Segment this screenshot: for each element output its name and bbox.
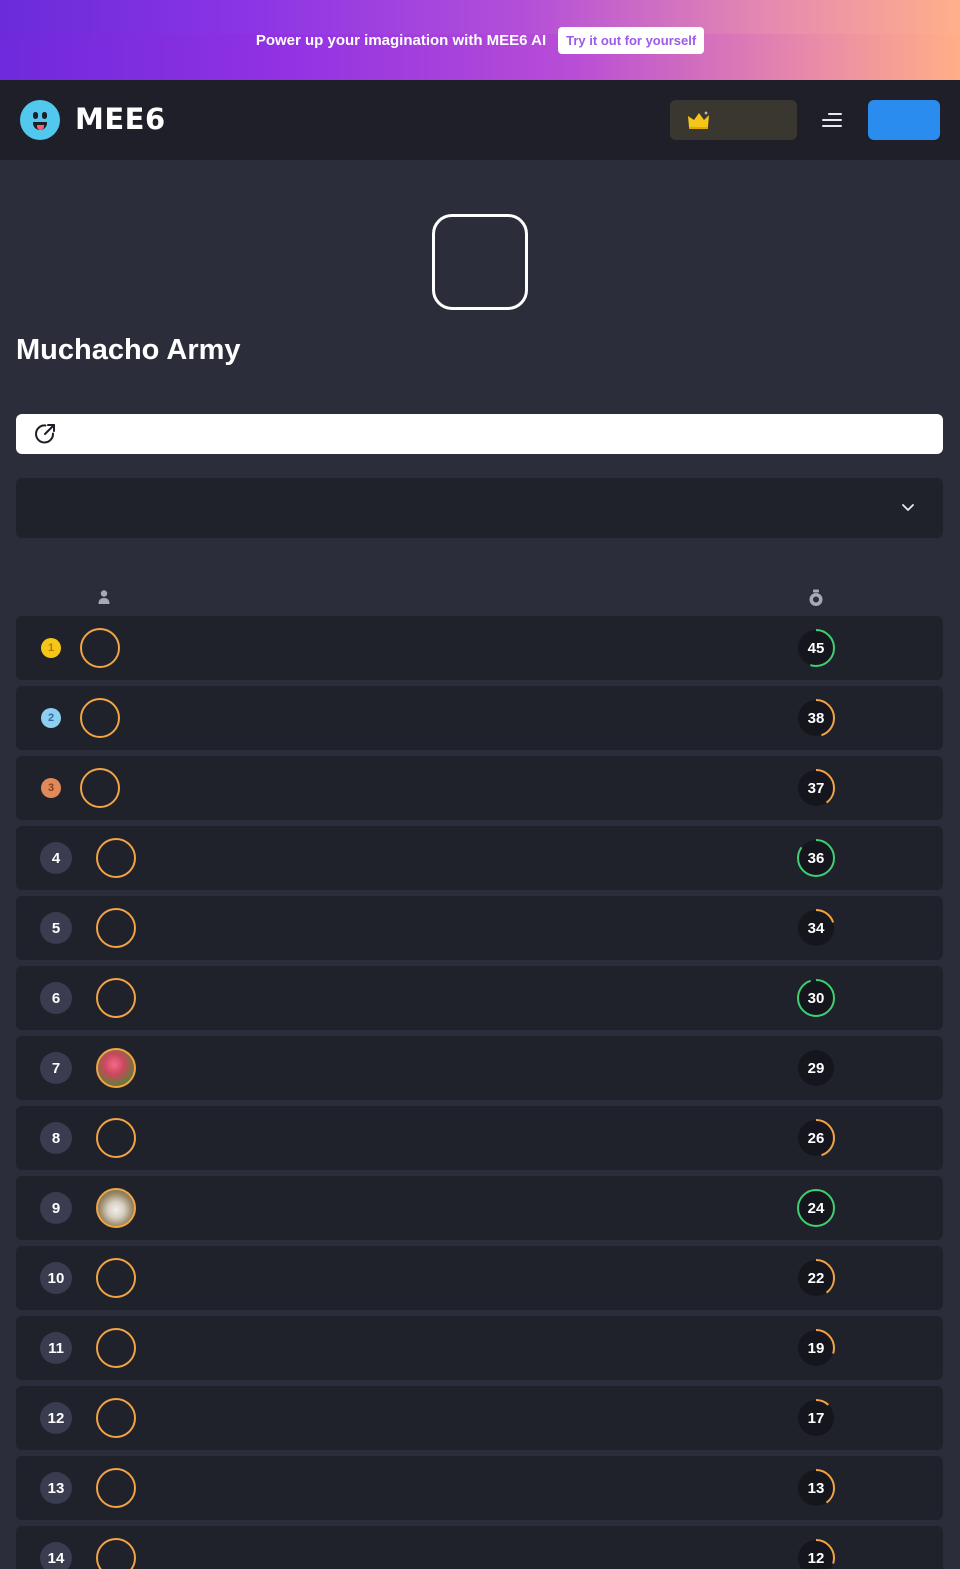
leaderboard-row[interactable]: 10 22 <box>16 1246 943 1310</box>
level-number: 26 <box>807 1129 825 1147</box>
leaderboard-row[interactable]: 1 45 <box>16 616 943 680</box>
leaderboard-row[interactable]: 12 17 <box>16 1386 943 1450</box>
share-icon <box>35 424 55 444</box>
level-number: 36 <box>807 849 825 867</box>
promo-text: Power up your imagination with MEE6 AI <box>255 31 547 49</box>
chevron-down-icon <box>902 504 914 511</box>
brand-name[interactable]: MEE6 <box>75 102 166 136</box>
level-badge: 26 <box>796 1118 836 1158</box>
avatar[interactable] <box>96 1538 136 1569</box>
level-badge: 24 <box>796 1188 836 1228</box>
level-number: 29 <box>807 1059 825 1077</box>
gold-medal-icon: 1 <box>41 638 61 658</box>
rank-number: 8 <box>40 1122 72 1154</box>
level-badge: 34 <box>796 908 836 948</box>
level-badge: 30 <box>796 978 836 1018</box>
leaderboard-row[interactable]: 6 30 <box>16 966 943 1030</box>
leaderboard-row[interactable]: 4 36 <box>16 826 943 890</box>
level-number: 38 <box>807 709 825 727</box>
leaderboard-row[interactable]: 13 13 <box>16 1456 943 1520</box>
level-badge: 45 <box>796 628 836 668</box>
leaderboard-row[interactable]: 7 29 <box>16 1036 943 1100</box>
level-number: 17 <box>807 1409 825 1427</box>
avatar[interactable] <box>80 698 120 738</box>
level-badge: 13 <box>796 1468 836 1508</box>
rank-number: 9 <box>40 1192 72 1224</box>
bronze-medal-icon: 3 <box>41 778 61 798</box>
top-nav: MEE6 <box>0 80 960 160</box>
level-badge: 19 <box>796 1328 836 1368</box>
menu-icon[interactable] <box>820 110 844 130</box>
crown-icon <box>688 111 709 129</box>
rank-number: 6 <box>40 982 72 1014</box>
login-button[interactable] <box>868 100 940 140</box>
level-icon <box>809 589 823 606</box>
avatar[interactable] <box>96 838 136 878</box>
level-number: 30 <box>807 989 825 1007</box>
level-number: 37 <box>807 779 825 797</box>
rank-number: 11 <box>40 1332 72 1364</box>
rank-number: 10 <box>40 1262 72 1294</box>
level-number: 22 <box>807 1269 825 1287</box>
rank-number: 5 <box>40 912 72 944</box>
leaderboard-row[interactable]: 8 26 <box>16 1106 943 1170</box>
share-button[interactable] <box>16 414 943 454</box>
rank-number: 7 <box>40 1052 72 1084</box>
try-it-button[interactable]: Try it out for yourself <box>558 26 705 54</box>
premium-button[interactable] <box>670 100 797 140</box>
rank-number: 12 <box>40 1402 72 1434</box>
level-number: 13 <box>807 1479 825 1497</box>
avatar[interactable] <box>96 1468 136 1508</box>
level-badge: 37 <box>796 768 836 808</box>
avatar[interactable] <box>96 1188 136 1228</box>
leaderboard-row[interactable]: 5 34 <box>16 896 943 960</box>
level-number: 12 <box>807 1549 825 1567</box>
silver-medal-icon: 2 <box>41 708 61 728</box>
rank-number: 14 <box>40 1542 72 1569</box>
level-badge: 38 <box>796 698 836 738</box>
avatar[interactable] <box>96 978 136 1018</box>
level-number: 34 <box>807 919 825 937</box>
level-badge: 29 <box>796 1048 836 1088</box>
avatar[interactable] <box>96 1258 136 1298</box>
level-badge: 22 <box>796 1258 836 1298</box>
level-badge: 12 <box>796 1538 836 1569</box>
mee6-logo-icon[interactable] <box>20 100 60 140</box>
level-badge: 17 <box>796 1398 836 1438</box>
avatar[interactable] <box>96 1398 136 1438</box>
level-number: 19 <box>807 1339 825 1357</box>
level-number: 45 <box>807 639 825 657</box>
level-badge: 36 <box>796 838 836 878</box>
avatar[interactable] <box>80 628 120 668</box>
user-icon <box>98 590 110 604</box>
rank-number: 4 <box>40 842 72 874</box>
server-icon <box>432 214 528 310</box>
avatar[interactable] <box>96 1048 136 1088</box>
server-name: Muchacho Army <box>16 334 241 366</box>
avatar[interactable] <box>96 1328 136 1368</box>
leaderboard-row[interactable]: 9 24 <box>16 1176 943 1240</box>
leaderboard-row[interactable]: 11 19 <box>16 1316 943 1380</box>
avatar[interactable] <box>96 908 136 948</box>
leaderboard-row[interactable]: 3 37 <box>16 756 943 820</box>
rank-number: 13 <box>40 1472 72 1504</box>
leaderboard-row[interactable]: 14 12 <box>16 1526 943 1569</box>
avatar[interactable] <box>96 1118 136 1158</box>
level-number: 24 <box>807 1199 825 1217</box>
leaderboard-row[interactable]: 2 38 <box>16 686 943 750</box>
promo-banner: Power up your imagination with MEE6 AI T… <box>0 0 960 80</box>
leaderboard-select[interactable] <box>16 478 943 538</box>
avatar[interactable] <box>80 768 120 808</box>
